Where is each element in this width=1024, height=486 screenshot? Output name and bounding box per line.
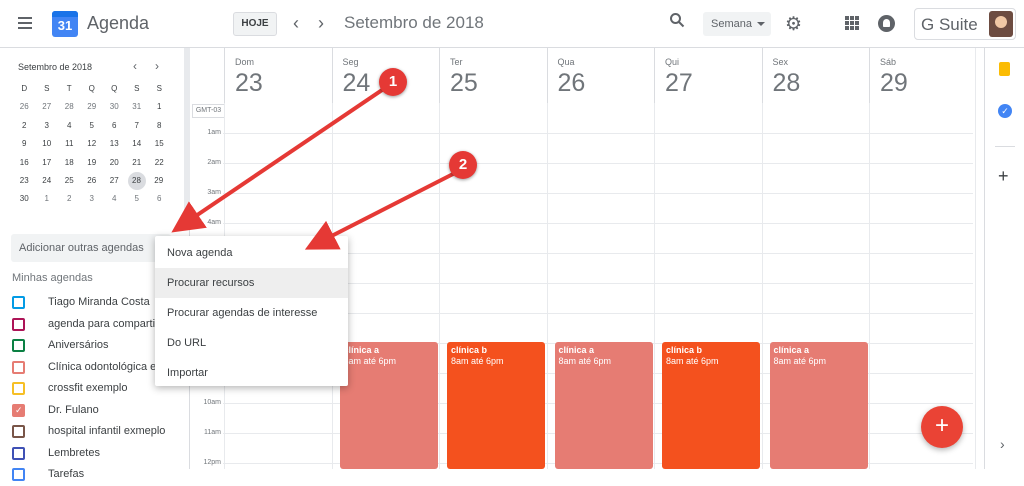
annotation-badge-1: 1 (379, 68, 407, 96)
annotation-badge-2: 2 (449, 151, 477, 179)
calendar-label: Tarefas (48, 468, 85, 480)
calendar-checkbox[interactable] (12, 468, 25, 481)
arrow-2 (304, 171, 456, 250)
annotation-arrows (171, 86, 456, 250)
arrow-1 (171, 86, 387, 233)
